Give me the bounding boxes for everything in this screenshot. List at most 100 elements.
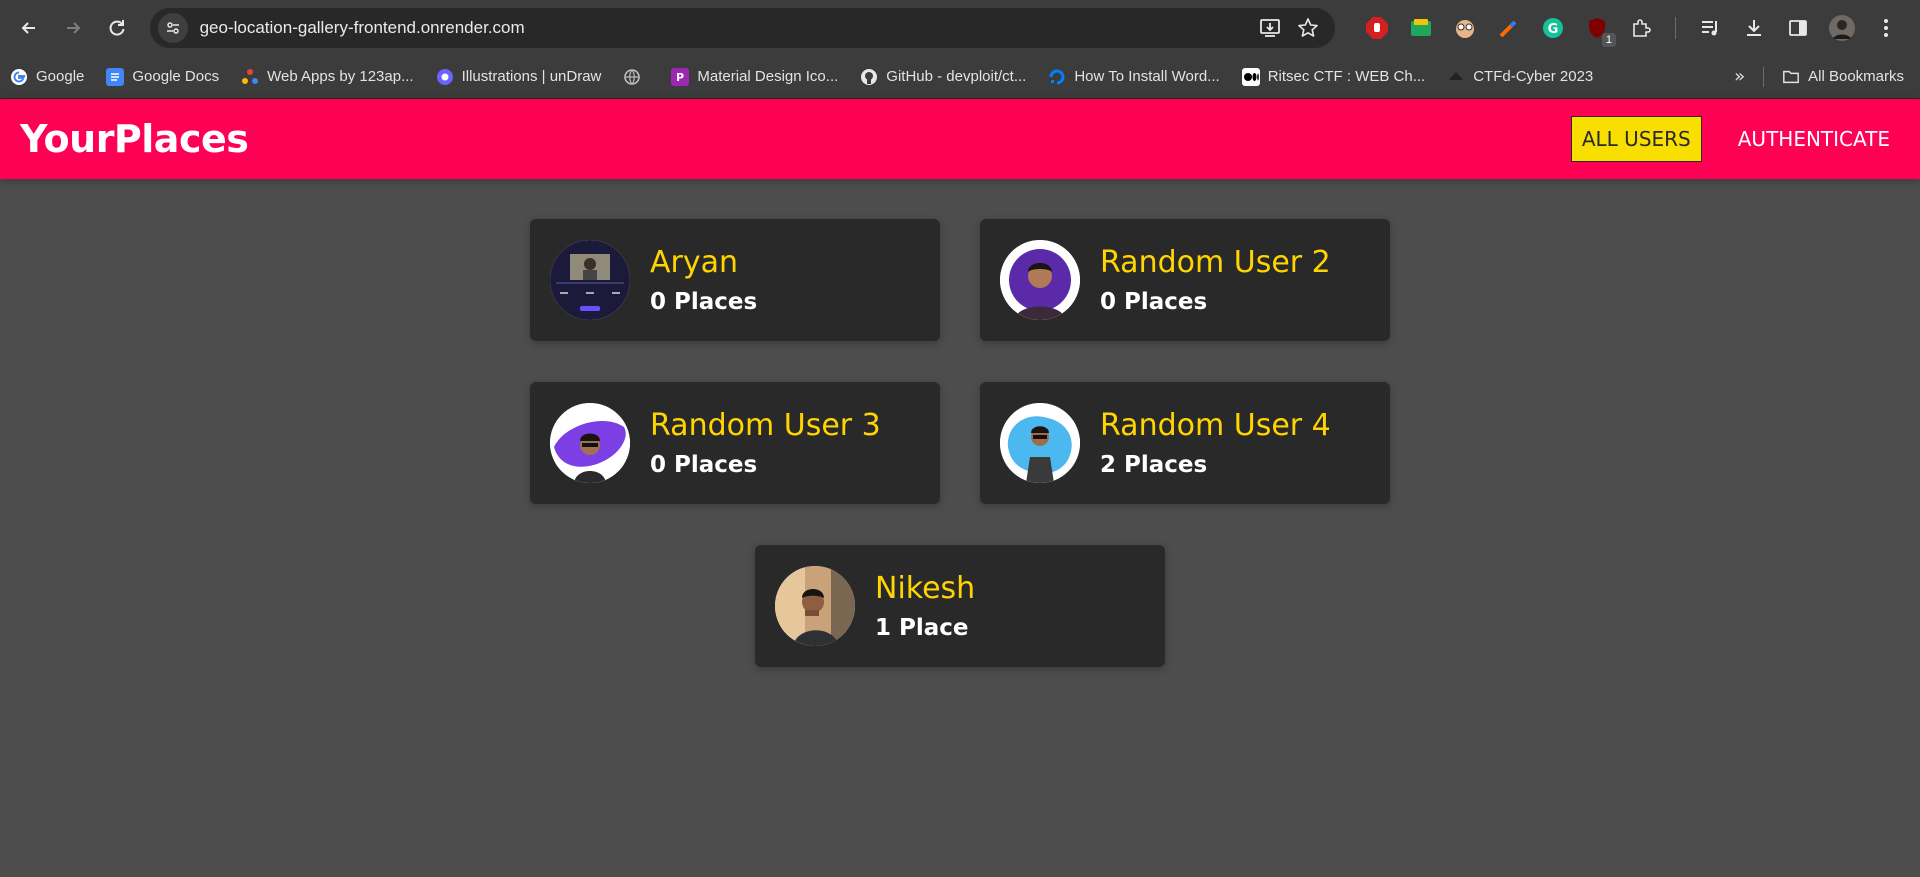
browser-toolbar: geo-location-gallery-frontend.onrender.c… <box>0 0 1920 55</box>
bookmark-undraw[interactable]: Illustrations | unDraw <box>436 68 602 86</box>
github-icon <box>860 68 878 86</box>
user-avatar <box>1000 240 1080 320</box>
side-panel-icon <box>1789 19 1807 36</box>
user-avatar <box>550 403 630 483</box>
bookmark-label: Illustrations | unDraw <box>461 68 602 85</box>
user-avatar <box>775 566 855 646</box>
reload-button[interactable] <box>100 11 134 45</box>
toolbar-divider <box>1674 16 1676 39</box>
webapps-icon <box>241 68 259 86</box>
medium-icon <box>1241 67 1260 86</box>
bookmark-label: GitHub - devploit/ct... <box>886 68 1027 85</box>
bookmark-ritsec[interactable]: Ritsec CTF : WEB Ch... <box>1241 67 1426 86</box>
bookmark-label: Web Apps by 123ap... <box>267 68 414 85</box>
queue-music-icon <box>1701 20 1717 35</box>
bookmark-ctfd[interactable]: CTFd-Cyber 2023 <box>1447 68 1593 86</box>
back-arrow-icon <box>21 21 35 34</box>
user-card-random-user-4[interactable]: Random User 4 2 Places <box>980 382 1390 504</box>
profile-avatar-icon <box>1828 14 1855 41</box>
back-button[interactable] <box>12 11 46 45</box>
all-bookmarks-label: All Bookmarks <box>1808 68 1904 85</box>
bookmark-label: Material Design Ico... <box>697 68 839 85</box>
more-bookmarks-icon[interactable]: » <box>1734 66 1745 87</box>
grammarly-extension[interactable]: G <box>1540 15 1566 41</box>
more-vertical-icon <box>1883 18 1888 37</box>
svg-text:P: P <box>676 71 684 84</box>
user-card-aryan[interactable]: Aryan 0 Places <box>530 219 940 341</box>
profile-button[interactable] <box>1828 14 1855 41</box>
bookmark-digitalocean[interactable]: How To Install Word... <box>1048 68 1220 86</box>
side-panel-button[interactable] <box>1785 15 1811 41</box>
bookmark-google[interactable]: Google <box>10 68 84 86</box>
app-header: YourPlaces ALL USERS AUTHENTICATE <box>0 99 1920 179</box>
main-navigation: ALL USERS AUTHENTICATE <box>1545 116 1900 162</box>
bookmarks-bar: Google Google Docs Web Apps by 123ap... … <box>0 55 1920 99</box>
folder-icon <box>1782 68 1800 86</box>
folder-extension[interactable] <box>1408 15 1434 41</box>
address-bar[interactable]: geo-location-gallery-frontend.onrender.c… <box>149 7 1335 48</box>
svg-text:G: G <box>1548 22 1559 37</box>
nav-all-users[interactable]: ALL USERS <box>1570 116 1702 162</box>
eyedropper-icon <box>1499 20 1517 37</box>
bookmark-web-apps[interactable]: Web Apps by 123ap... <box>241 68 414 86</box>
bookmark-star-button[interactable] <box>1293 13 1323 43</box>
user-info: Aryan 0 Places <box>650 245 757 315</box>
reload-icon <box>109 19 125 36</box>
extensions-area: G 1 <box>1355 14 1908 47</box>
ublock-extension[interactable]: 1 <box>1584 15 1616 47</box>
google-icon <box>10 68 28 86</box>
user-place-count: 0 Places <box>1100 289 1208 315</box>
avatar-image <box>1000 403 1080 483</box>
extensions-menu-button[interactable] <box>1628 15 1654 41</box>
bookmark-label: CTFd-Cyber 2023 <box>1473 68 1594 85</box>
user-card-random-user-3[interactable]: Random User 3 0 Places <box>530 382 940 504</box>
user-info: Nikesh 1 Place <box>875 571 975 641</box>
bookmark-label: Ritsec CTF : WEB Ch... <box>1267 68 1426 85</box>
glasses-extension[interactable] <box>1452 15 1478 41</box>
user-info: Random User 2 0 Places <box>1100 245 1331 315</box>
install-icon <box>1260 18 1280 37</box>
user-card-nikesh[interactable]: Nikesh 1 Place <box>755 545 1165 667</box>
url-text[interactable]: geo-location-gallery-frontend.onrender.c… <box>200 18 1247 38</box>
user-place-count: 0 Places <box>650 452 758 478</box>
avatar-image <box>550 403 630 483</box>
media-controls-button[interactable] <box>1697 15 1723 41</box>
ctfd-icon <box>1447 68 1465 86</box>
avatar-image <box>550 240 630 320</box>
chrome-menu-button[interactable] <box>1873 15 1899 41</box>
bookmark-material-design[interactable]: P Material Design Ico... <box>671 67 839 86</box>
adblock-extension[interactable] <box>1364 15 1390 41</box>
star-icon <box>1298 17 1318 37</box>
extension-badge: 1 <box>1601 32 1616 47</box>
user-name: Random User 3 <box>650 408 881 443</box>
downloads-button[interactable] <box>1741 15 1767 41</box>
bookmark-globe[interactable] <box>623 68 649 86</box>
forward-arrow-icon <box>66 21 81 34</box>
user-place-count: 0 Places <box>650 289 758 315</box>
bookmark-google-docs[interactable]: Google Docs <box>106 67 219 86</box>
nav-authenticate[interactable]: AUTHENTICATE <box>1728 117 1900 161</box>
color-picker-extension[interactable] <box>1496 15 1522 41</box>
puzzle-icon <box>1633 18 1651 37</box>
user-avatar <box>1000 403 1080 483</box>
stop-hand-icon <box>1365 16 1388 39</box>
all-bookmarks-button[interactable]: All Bookmarks <box>1782 68 1904 86</box>
brand-logo[interactable]: YourPlaces <box>20 117 249 161</box>
material-icon: P <box>671 67 690 86</box>
user-avatar <box>550 240 630 320</box>
globe-icon <box>623 68 641 86</box>
site-info-button[interactable] <box>157 12 188 43</box>
digitalocean-icon <box>1048 68 1066 86</box>
bookmark-label: How To Install Word... <box>1074 68 1220 85</box>
download-icon <box>1746 19 1761 36</box>
forward-button[interactable] <box>56 11 90 45</box>
bookmark-label: Google <box>36 68 85 85</box>
user-card-random-user-2[interactable]: Random User 2 0 Places <box>980 219 1390 341</box>
tune-icon <box>166 21 179 34</box>
user-name: Aryan <box>650 245 739 280</box>
user-place-count: 1 Place <box>875 615 969 641</box>
install-app-button[interactable] <box>1255 13 1285 43</box>
grammarly-icon: G <box>1542 17 1563 38</box>
folder-colored-icon <box>1410 18 1431 36</box>
bookmark-github[interactable]: GitHub - devploit/ct... <box>860 68 1026 86</box>
